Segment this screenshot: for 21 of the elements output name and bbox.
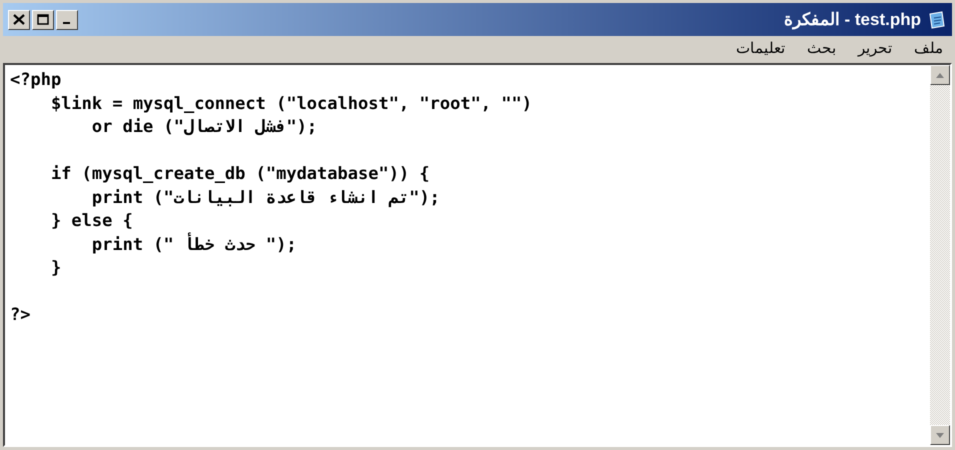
code-line: <?php xyxy=(10,69,62,92)
code-line: print (" حدث خطأ "); xyxy=(10,234,297,257)
scrollbar[interactable] xyxy=(930,65,950,445)
notepad-icon xyxy=(927,10,947,30)
code-line: ?> xyxy=(10,304,30,327)
code-line: print ("تم انشاء قاعدة البيانات"); xyxy=(90,186,440,210)
scroll-up-icon[interactable] xyxy=(930,65,950,85)
code-line: if (mysql_create_db ("mydatabase")) { xyxy=(50,163,430,186)
scroll-down-icon[interactable] xyxy=(930,425,950,445)
menu-item[interactable]: بحث xyxy=(807,38,836,61)
menu-item[interactable]: تعليمات xyxy=(736,38,785,61)
close-icon[interactable] xyxy=(8,10,30,30)
minimize-icon[interactable] xyxy=(56,10,78,30)
menu-item[interactable]: تحرير xyxy=(858,38,892,61)
code-line: } else { xyxy=(50,210,133,233)
code-line: or die ("فشل الاتصال"); xyxy=(90,116,318,139)
maximize-icon[interactable] xyxy=(32,10,54,30)
code-line: } xyxy=(50,257,62,280)
window-title: test.php - المفكرة xyxy=(784,8,921,32)
code-line: $link = mysql_connect ("localhost", "root", "") xyxy=(50,92,532,116)
menu-item[interactable]: ملف xyxy=(914,38,943,61)
